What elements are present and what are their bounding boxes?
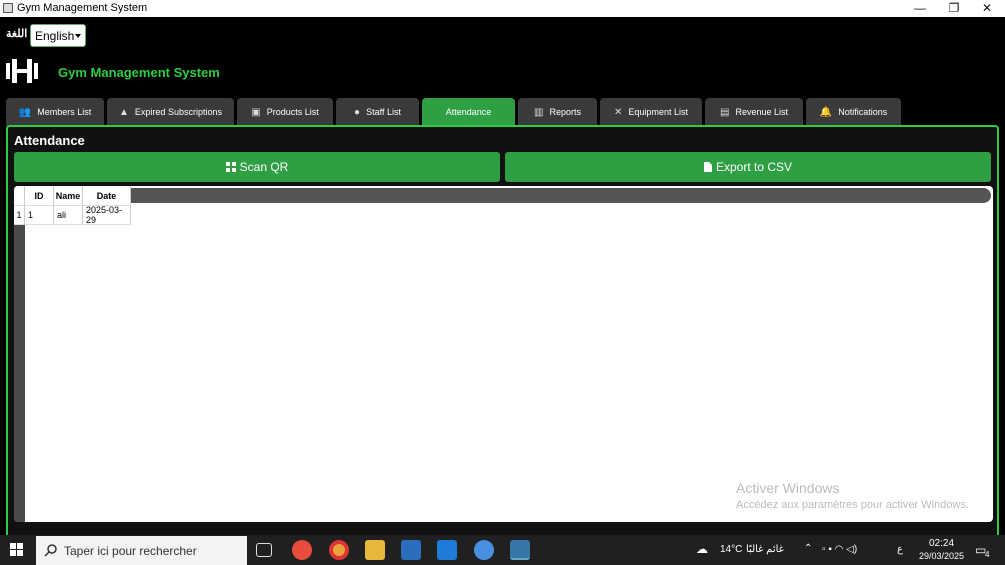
chart-icon: ▥: [534, 106, 544, 118]
window-title: Gym Management System: [17, 2, 148, 14]
tab-label: Revenue List: [735, 107, 788, 117]
restore-button[interactable]: ❐: [937, 0, 971, 17]
tab-label: Products List: [266, 107, 319, 117]
activation-watermark-title: Activer Windows: [736, 480, 840, 496]
tab-equipment-list[interactable]: ✕ Equipment List: [600, 98, 702, 126]
app-title: Gym Management System: [58, 65, 220, 80]
app-window: اللغة English Gym Management System 👥 Me…: [0, 17, 1005, 543]
notification-count: 4: [985, 550, 990, 559]
tab-label: Members List: [37, 107, 92, 117]
export-csv-label: Export to CSV: [715, 160, 793, 174]
section-title: Attendance: [14, 133, 85, 148]
money-icon: ▤: [720, 106, 730, 118]
chrome-profile-icon[interactable]: [474, 540, 494, 560]
file-icon: [703, 162, 712, 172]
table-cell-date[interactable]: 2025-03-29: [83, 205, 131, 225]
clock-date[interactable]: 29/03/2025: [919, 551, 964, 561]
tab-attendance[interactable]: Attendance: [422, 98, 515, 126]
app-icon: [3, 3, 13, 13]
export-csv-button[interactable]: Export to CSV: [505, 152, 991, 182]
tab-label: Notifications: [838, 107, 888, 117]
language-select[interactable]: English: [30, 24, 86, 47]
column-header-name[interactable]: Name: [54, 186, 83, 205]
tab-members-list[interactable]: 👥 Members List: [6, 98, 104, 126]
folder-icon[interactable]: [365, 540, 385, 560]
tab-reports[interactable]: ▥ Reports: [518, 98, 597, 126]
close-button[interactable]: ✕: [970, 0, 1004, 17]
tab-label: Equipment List: [628, 107, 688, 117]
taskbar-search-input[interactable]: Taper ici pour rechercher: [36, 536, 247, 565]
tab-label: Attendance: [445, 107, 492, 117]
chevron-up-icon[interactable]: ⌃: [804, 543, 812, 554]
activation-watermark-text: Accédez aux paramètres pour activer Wind…: [736, 499, 969, 511]
tab-staff-list[interactable]: ● Staff List: [336, 98, 419, 126]
table-cell-name[interactable]: ali: [54, 205, 83, 225]
chevron-down-icon: [75, 34, 81, 38]
weather-icon: ☁: [696, 542, 708, 556]
column-header-id[interactable]: ID: [25, 186, 54, 205]
table-header-bar: [131, 188, 991, 203]
taskbar: Taper ici pour rechercher ☁ 14°C غائم غا…: [0, 535, 1005, 565]
bell-icon: 🔔: [819, 106, 833, 118]
row-index[interactable]: 1: [14, 205, 25, 225]
language-value: English: [35, 29, 75, 43]
attendance-table: ID Name Date 1 1 ali 2025-03-29 Activer …: [14, 186, 993, 522]
users-icon: 👥: [18, 106, 32, 118]
scan-qr-button[interactable]: Scan QR: [14, 152, 500, 182]
tab-notifications[interactable]: 🔔 Notifications: [806, 98, 901, 126]
windows-start-icon[interactable]: [10, 543, 24, 557]
weather-temp[interactable]: 14°C: [720, 544, 742, 555]
scan-qr-label: Scan QR: [239, 160, 289, 174]
row-gutter: [14, 225, 25, 522]
weather-text[interactable]: غائم غالبًا: [746, 544, 784, 555]
box-icon: ▣: [251, 106, 261, 118]
tray-icons[interactable]: ▫ ▪ ◠ ◁): [822, 544, 857, 555]
dumbbell-logo-icon: [6, 59, 38, 83]
search-icon: [44, 544, 57, 557]
window-titlebar: Gym Management System — ❐ ✕: [0, 0, 1005, 17]
tab-products-list[interactable]: ▣ Products List: [237, 98, 333, 126]
tab-label: Staff List: [366, 107, 401, 117]
task-view-icon[interactable]: [256, 543, 272, 557]
language-label: اللغة: [6, 28, 28, 40]
tab-label: Reports: [549, 107, 581, 117]
chrome-icon[interactable]: [329, 540, 349, 560]
tab-expired-subscriptions[interactable]: ▲ Expired Subscriptions: [107, 98, 234, 126]
clock-time[interactable]: 02:24: [929, 538, 954, 549]
vscode-icon[interactable]: [437, 540, 457, 560]
search-placeholder: Taper ici pour rechercher: [64, 544, 197, 558]
column-header-date[interactable]: Date: [83, 186, 131, 205]
input-language[interactable]: ع: [897, 544, 903, 555]
minimize-button[interactable]: —: [903, 0, 937, 17]
person-icon: ●: [354, 106, 361, 118]
warning-icon: ▲: [119, 106, 129, 118]
attendance-panel: Attendance Scan QR Export to CSV ID Name…: [6, 125, 999, 543]
tab-label: Expired Subscriptions: [134, 107, 222, 117]
corner-cell: [14, 186, 25, 205]
tab-revenue-list[interactable]: ▤ Revenue List: [705, 98, 803, 126]
outlook-icon[interactable]: [401, 540, 421, 560]
table-cell-id[interactable]: 1: [25, 205, 54, 225]
app-icon-red[interactable]: [292, 540, 312, 560]
python-icon[interactable]: [510, 540, 530, 560]
qr-icon: [225, 162, 236, 172]
tools-icon: ✕: [614, 106, 623, 118]
